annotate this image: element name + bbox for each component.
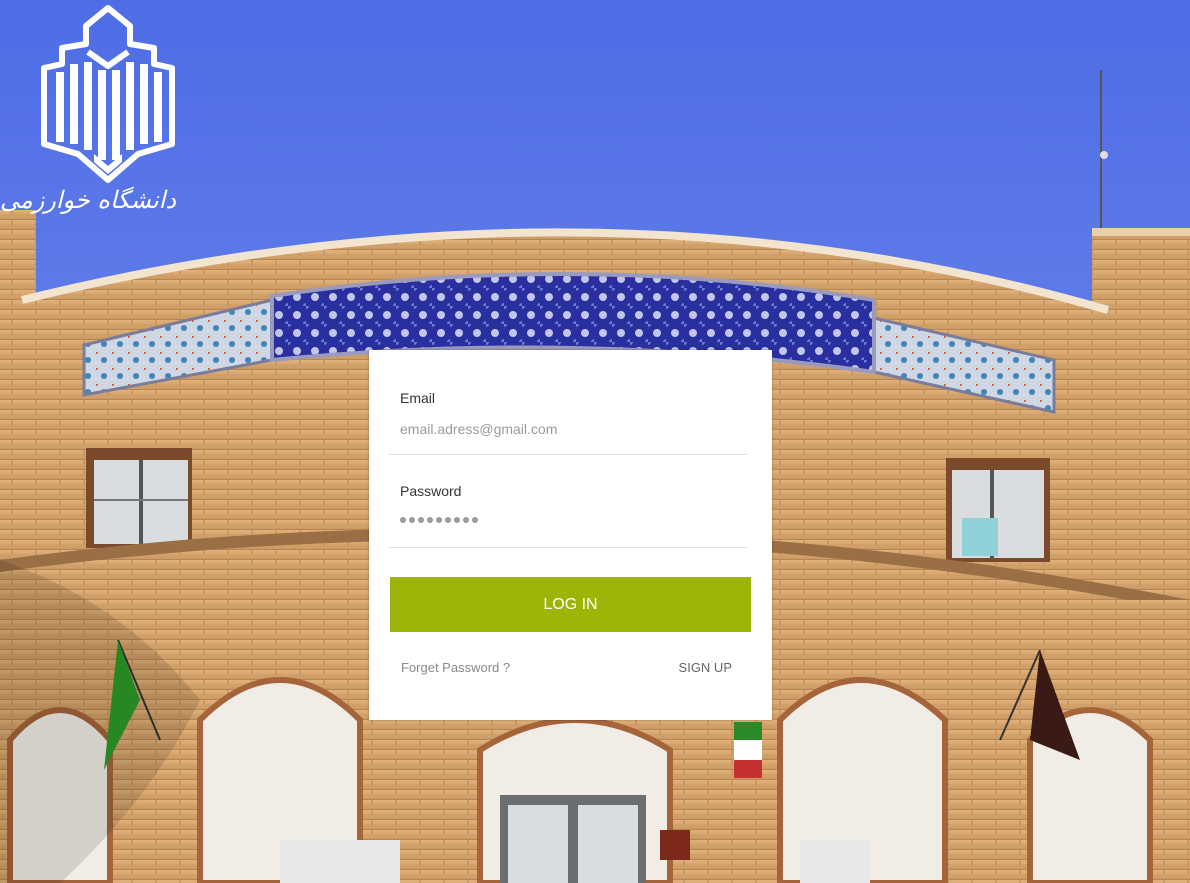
login-button[interactable]: LOG IN [390, 577, 751, 632]
login-card: Email Password LOG IN Forget Password ? … [369, 350, 772, 720]
password-label: Password [400, 483, 462, 499]
password-mask-dot [472, 517, 478, 523]
password-mask-dot [427, 517, 433, 523]
password-mask-dot [418, 517, 424, 523]
password-field-group: Password [388, 481, 748, 548]
email-label: Email [400, 390, 436, 406]
password-mask-dot [400, 517, 406, 523]
login-page: دانشگاه خوارزمی Email Password LOG IN Fo… [0, 0, 1190, 883]
forget-password-link[interactable]: Forget Password ? [401, 660, 510, 675]
university-name-logo-text: دانشگاه خوارزمی [0, 186, 176, 214]
password-mask-dot [436, 517, 442, 523]
password-mask-dot [463, 517, 469, 523]
password-mask-dot [409, 517, 415, 523]
password-input[interactable] [400, 517, 478, 523]
password-mask-dot [454, 517, 460, 523]
email-field-group: Email [388, 388, 748, 455]
password-mask-dot [445, 517, 451, 523]
signup-link[interactable]: SIGN UP [679, 660, 732, 675]
email-input[interactable] [400, 418, 730, 440]
